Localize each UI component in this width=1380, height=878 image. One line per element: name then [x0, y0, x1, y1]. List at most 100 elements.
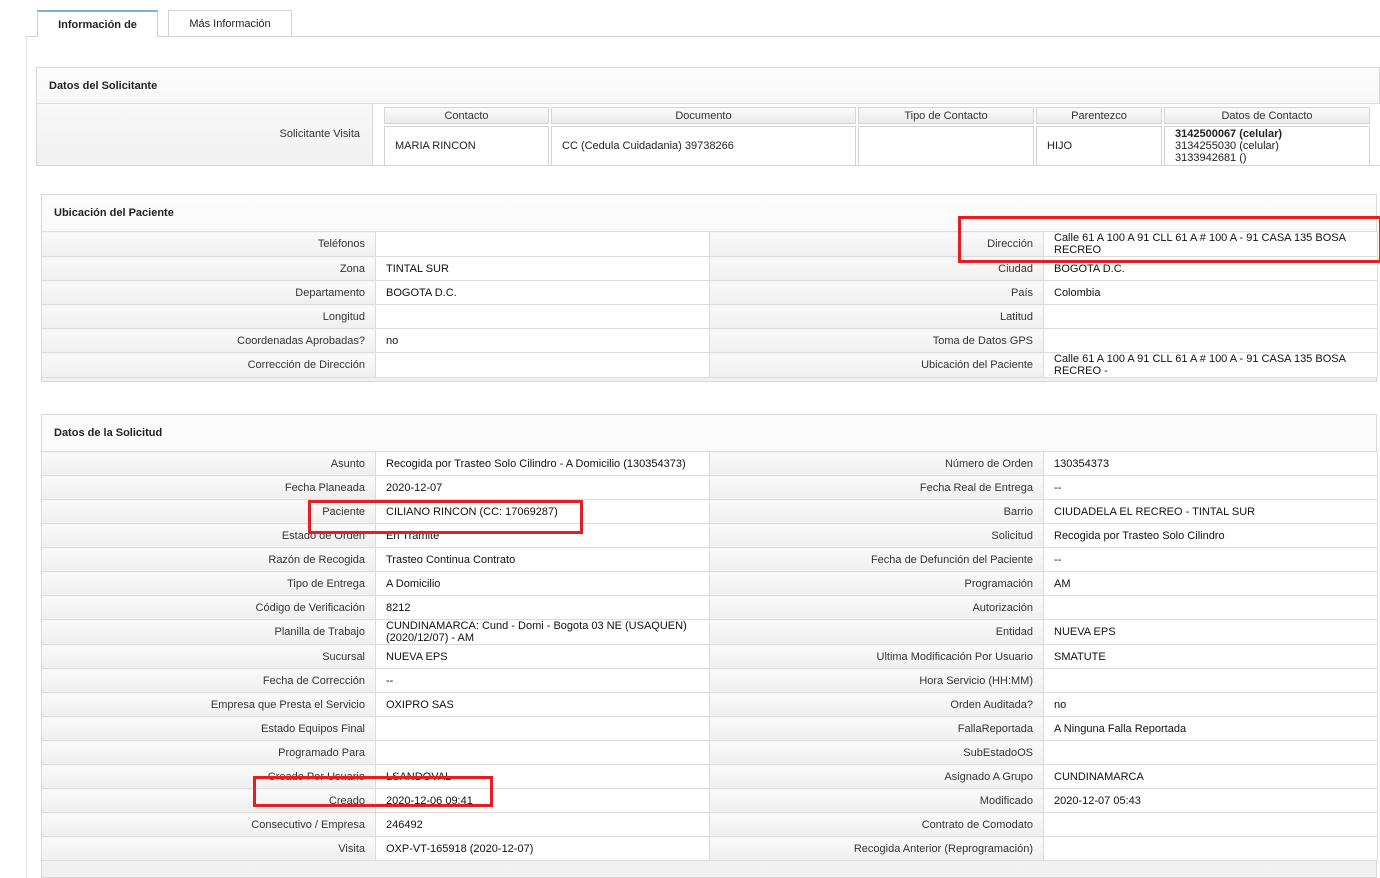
subestadoos-label: SubEstadoOS	[709, 740, 1044, 765]
highlight-creado-por	[253, 776, 493, 807]
estado-equipos-final-label: Estado Equipos Final	[41, 716, 376, 741]
toma-de-datos-gps-label: Toma de Datos GPS	[709, 328, 1044, 353]
fecha-real-de-entrega-value: --	[1043, 475, 1378, 500]
highlight-paciente	[308, 500, 583, 534]
programacion-label: Programación	[709, 571, 1044, 596]
fecha-de-correccion-label: Fecha de Corrección	[41, 668, 376, 693]
empresa-que-presta-el-servicio-label: Empresa que Presta el Servicio	[41, 692, 376, 717]
modificado-value: 2020-12-07 05:43	[1043, 788, 1378, 813]
visita-value: OXP-VT-165918 (2020-12-07)	[375, 836, 710, 861]
contrato-de-comodato-label: Contrato de Comodato	[709, 812, 1044, 837]
consecutivo-empresa-label: Consecutivo / Empresa	[41, 812, 376, 837]
solicitud-table: Asunto Recogida por Trasteo Solo Cilindro…	[41, 451, 1378, 861]
table-row: Estado Equipos Final FallaReportada A Ning…	[41, 716, 1378, 741]
table-row: Estado de Orden En Tramite Solicitud Recogi…	[41, 523, 1378, 548]
tab-mas-informacion[interactable]: Más Información	[168, 10, 292, 36]
planilla-de-trabajo-value: CUNDINAMARCA: Cund - Domi - Bogota 03 NE…	[375, 619, 710, 645]
hora-servicio-hh-mm-label: Hora Servicio (HH:MM)	[709, 668, 1044, 693]
table-row: Fecha Planeada 2020-12-07 Fecha Real de En…	[41, 475, 1378, 500]
header-parentezco: Parentezco	[1036, 107, 1162, 124]
numero-de-orden-label: Número de Orden	[709, 451, 1044, 476]
asignado-a-grupo-value: CUNDINAMARCA	[1043, 764, 1378, 789]
empresa-que-presta-el-servicio-value: OXIPRO SAS	[375, 692, 710, 717]
codigo-de-verificacion-label: Código de Verificación	[41, 595, 376, 620]
orden-auditada-label: Orden Auditada?	[709, 692, 1044, 717]
header-contacto: Contacto	[384, 107, 549, 124]
visita-label: Visita	[41, 836, 376, 861]
header-documento: Documento	[551, 107, 856, 124]
sucursal-label: Sucursal	[41, 644, 376, 669]
programado-para-label: Programado Para	[41, 740, 376, 765]
fallareportada-value: A Ninguna Falla Reportada	[1043, 716, 1378, 741]
correccion-de-direccion-value	[375, 352, 710, 378]
highlight-direccion	[958, 216, 1380, 263]
ubicacion-del-paciente-label: Ubicación del Paciente	[709, 352, 1044, 378]
table-row: Tipo de Entrega A Domicilio Programación AM	[41, 571, 1378, 596]
pais-label: País	[709, 280, 1044, 305]
coordenadas-aprobadas-label: Coordenadas Aprobadas?	[41, 328, 376, 353]
razon-de-recogida-value: Trasteo Continua Contrato	[375, 547, 710, 572]
departamento-label: Departamento	[41, 280, 376, 305]
barrio-label: Barrio	[709, 499, 1044, 524]
table-row: Fecha de Corrección -- Hora Servicio (HH:M…	[41, 668, 1378, 693]
table-row: Consecutivo / Empresa 246492 Contrato de C…	[41, 812, 1378, 837]
contacto-value: MARIA RINCON	[384, 126, 549, 166]
tipo-de-entrega-value: A Domicilio	[375, 571, 710, 596]
fecha-de-defuncion-del-paciente-label: Fecha de Defunción del Paciente	[709, 547, 1044, 572]
header-tipo-contacto: Tipo de Contacto	[858, 107, 1034, 124]
contact-table: Contacto Documento Tipo de Contacto Pare…	[382, 105, 1372, 168]
table-row: Creado 2020-12-06 09:41 Modificado 2020-12-…	[41, 788, 1378, 813]
asunto-value: Recogida por Trasteo Solo Cilindro - A D…	[375, 451, 710, 476]
tab-informacion[interactable]: Información de	[37, 10, 158, 37]
table-row: Planilla de Trabajo CUNDINAMARCA: Cund - …	[41, 619, 1378, 645]
coordenadas-aprobadas-value: no	[375, 328, 710, 353]
asignado-a-grupo-label: Asignado A Grupo	[709, 764, 1044, 789]
datos-contacto-value: 3142500067 (celular) 3134255030 (celular…	[1164, 126, 1370, 166]
razon-de-recogida-label: Razón de Recogida	[41, 547, 376, 572]
latitud-value	[1043, 304, 1378, 329]
recogida-anterior-reprogramacion-label: Recogida Anterior (Reprogramación)	[709, 836, 1044, 861]
fecha-real-de-entrega-label: Fecha Real de Entrega	[709, 475, 1044, 500]
programacion-value: AM	[1043, 571, 1378, 596]
solicitante-visita-label: Solicitante Visita	[279, 128, 360, 140]
autorizacion-value	[1043, 595, 1378, 620]
consecutivo-empresa-value: 246492	[375, 812, 710, 837]
table-row: Longitud Latitud	[41, 304, 1378, 329]
solicitud-value: Recogida por Trasteo Solo Cilindro	[1043, 523, 1378, 548]
table-row: Programado Para SubEstadoOS	[41, 740, 1378, 765]
recogida-anterior-reprogramacion-value	[1043, 836, 1378, 861]
table-row: Departamento BOGOTA D.C. País Colombia	[41, 280, 1378, 305]
codigo-de-verificacion-value: 8212	[375, 595, 710, 620]
numero-de-orden-value: 130354373	[1043, 451, 1378, 476]
table-row: Sucursal NUEVA EPS Ultima Modificación Por…	[41, 644, 1378, 669]
latitud-label: Latitud	[709, 304, 1044, 329]
longitud-value	[375, 304, 710, 329]
entidad-label: Entidad	[709, 619, 1044, 645]
asunto-label: Asunto	[41, 451, 376, 476]
fecha-planeada-label: Fecha Planeada	[41, 475, 376, 500]
phone-1: 3142500067 (celular)	[1175, 128, 1283, 140]
pais-value: Colombia	[1043, 280, 1378, 305]
subestadoos-value	[1043, 740, 1378, 765]
tipo-contacto-value	[858, 126, 1034, 166]
ultima-modificacion-por-usuario-label: Ultima Modificación Por Usuario	[709, 644, 1044, 669]
fecha-de-defuncion-del-paciente-value: --	[1043, 547, 1378, 572]
header-datos-contacto: Datos de Contacto	[1164, 107, 1370, 124]
contact-header-row: Contacto Documento Tipo de Contacto Pare…	[384, 107, 1370, 124]
hora-servicio-hh-mm-value	[1043, 668, 1378, 693]
table-row: Razón de Recogida Trasteo Continua Contra…	[41, 547, 1378, 572]
phone-2: 3134255030 (celular)	[1175, 140, 1279, 152]
ultima-modificacion-por-usuario-value: SMATUTE	[1043, 644, 1378, 669]
longitud-label: Longitud	[41, 304, 376, 329]
contact-row: MARIA RINCON CC (Cedula Cuidadania) 3973…	[384, 126, 1370, 166]
left-border	[26, 36, 27, 878]
estado-equipos-final-value	[375, 716, 710, 741]
ubicacion-del-paciente-value: Calle 61 A 100 A 91 CLL 61 A # 100 A - 9…	[1043, 352, 1378, 378]
table-row: Código de Verificación 8212 Autorización	[41, 595, 1378, 620]
orden-auditada-value: no	[1043, 692, 1378, 717]
zona-label: Zona	[41, 256, 376, 281]
solicitante-title: Datos del Solicitante	[49, 80, 158, 92]
zona-value: TINTAL SUR	[375, 256, 710, 281]
table-row: Corrección de Dirección Ubicación del Pac…	[41, 352, 1378, 378]
fecha-planeada-value: 2020-12-07	[375, 475, 710, 500]
